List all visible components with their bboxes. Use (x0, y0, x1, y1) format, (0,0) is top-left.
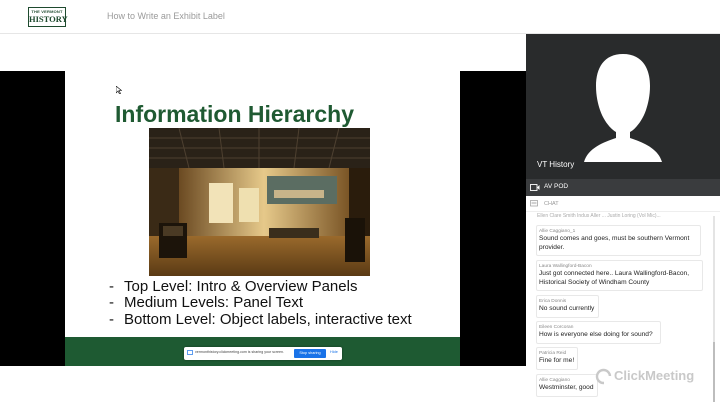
av-pod-bar[interactable]: AV POD (526, 179, 720, 196)
event-title: How to Write an Exhibit Label (107, 11, 225, 21)
slide: Information Hierarchy - Top Level: Intro… (65, 71, 460, 366)
clickmeeting-logo-icon (595, 368, 612, 385)
presentation-stage: Information Hierarchy - Top Level: Intro… (0, 71, 526, 366)
bullet-item: - Bottom Level: Object labels, interactiv… (109, 310, 412, 328)
screen-share-notification: vermonthistory.clickmeeting.com is shari… (184, 347, 342, 360)
video-camera-icon (530, 184, 540, 191)
message-text: How is everyone else doing for sound? (539, 331, 653, 338)
message-text: No sound currently (539, 305, 595, 312)
cursor-icon (116, 86, 122, 94)
chat-message: Allie Caggiano Westminster, good (536, 374, 598, 397)
chat-cut-message: Ellen Clare Smith Indus Aller ... Justin… (537, 213, 661, 219)
chat-message: Erica Donnis No sound currently (536, 295, 599, 318)
top-header: THE VERMONT HISTORY How to Write an Exhi… (0, 0, 720, 34)
message-text: Westminster, good (539, 384, 594, 391)
bullet-item: - Medium Levels: Panel Text (109, 294, 303, 312)
hide-button[interactable]: Hide (330, 350, 338, 354)
share-notification-text: vermonthistory.clickmeeting.com is shari… (195, 350, 285, 354)
avatar-silhouette-icon (584, 54, 662, 162)
video-pod: VT History (526, 34, 720, 179)
share-screen-icon (187, 350, 193, 355)
chat-label: CHAT (544, 201, 559, 207)
slide-title: Information Hierarchy (115, 101, 354, 127)
chat-message: Eileen Corcoran How is everyone else doi… (536, 321, 661, 344)
stop-sharing-button[interactable]: Stop sharing (294, 349, 326, 358)
av-pod-label: AV POD (544, 183, 569, 190)
clickmeeting-watermark: ClickMeeting (614, 368, 695, 383)
message-author: Allie Caggiano_1 (539, 229, 576, 234)
participant-name: VT History (537, 160, 575, 169)
chat-header[interactable]: CHAT (526, 196, 720, 212)
chat-message-list[interactable]: Ellen Clare Smith Indus Aller ... Justin… (526, 212, 720, 404)
message-author: Patricia Reid (539, 351, 567, 356)
exhibit-photo (149, 128, 370, 276)
chat-message: Patricia Reid Fine for me! (536, 347, 578, 370)
right-panel: VT History AV POD CHAT Ellen Clare Smith… (526, 34, 720, 404)
message-text: Just got connected here.. Laura Wallingf… (539, 270, 690, 286)
message-text: Fine for me! (539, 357, 575, 364)
chat-message: Allie Caggiano_1 Sound comes and goes, m… (536, 225, 701, 256)
bullet-item: - Top Level: Intro & Overview Panels (109, 278, 358, 295)
message-author: Laura Wallingford-Bacon (539, 264, 592, 269)
message-text: Sound comes and goes, must be southern V… (539, 235, 690, 251)
chat-scrollbar-thumb[interactable] (713, 342, 715, 402)
chat-icon (530, 200, 538, 207)
vermont-history-logo[interactable]: THE VERMONT HISTORY (28, 7, 68, 27)
message-author: Erica Donnis (539, 299, 567, 304)
slide-bullets: - Top Level: Intro & Overview Panels - Med… (109, 278, 412, 328)
logo-big-text: HISTORY (29, 14, 68, 24)
message-author: Allie Caggiano (539, 378, 570, 383)
message-author: Eileen Corcoran (539, 325, 574, 330)
chat-message: Laura Wallingford-Bacon Just got connect… (536, 260, 703, 291)
